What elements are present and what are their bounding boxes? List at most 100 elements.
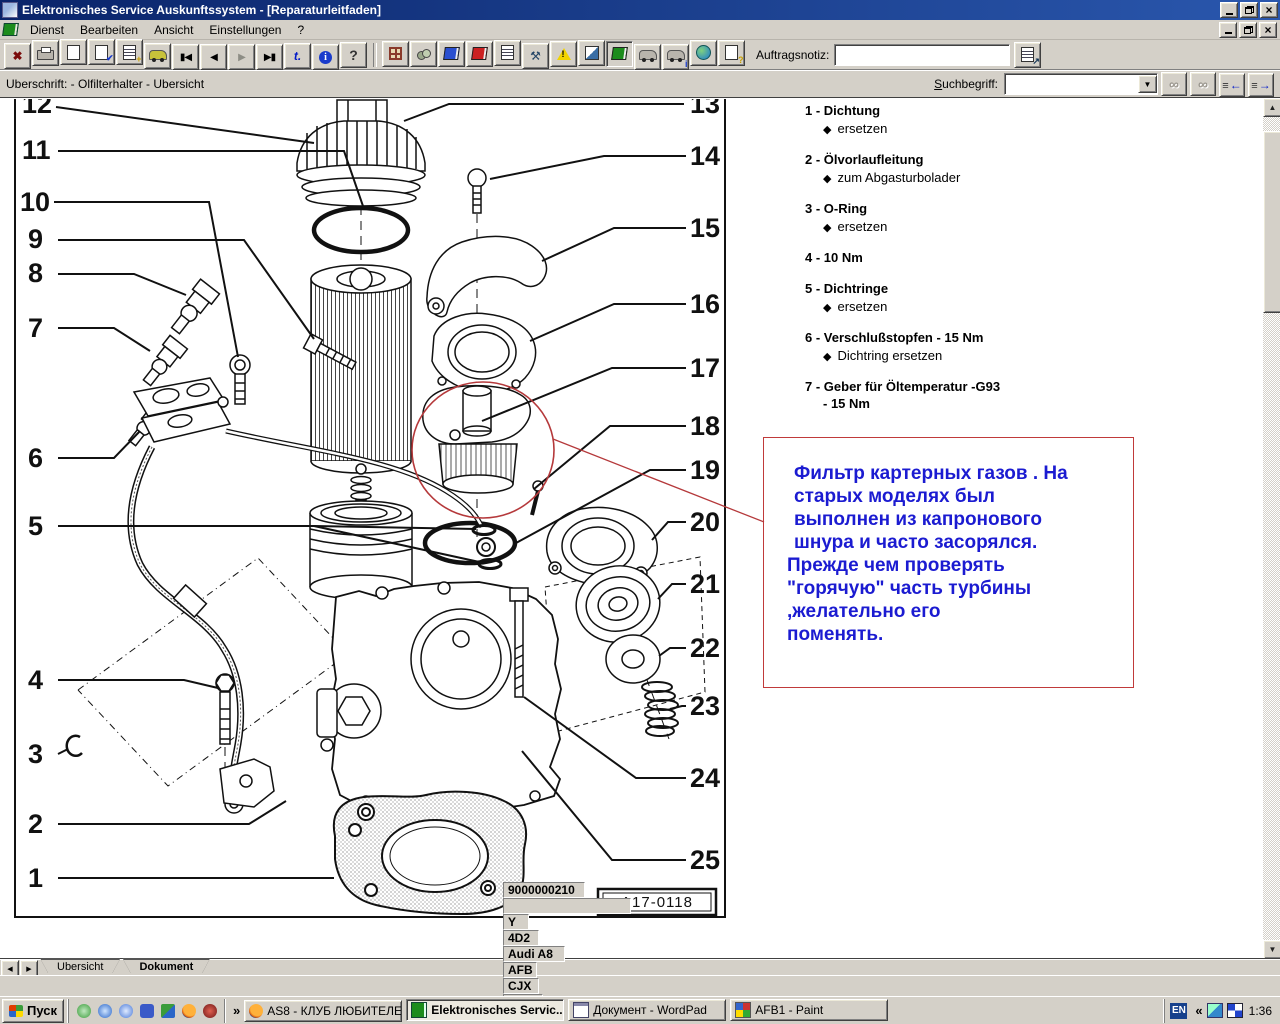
system-tray: EN « 1:36 [1164,999,1278,1023]
messenger-icon[interactable] [117,1002,134,1019]
find-previous-button[interactable]: ∞ [1161,72,1187,96]
annotation-line: ,желательно его [787,600,1133,623]
status-field: 9000000210 [503,882,585,898]
media-player-icon[interactable] [75,1002,92,1019]
scroll-down-button[interactable]: ▼ [1263,940,1280,958]
tab-dokument[interactable]: Dokument [122,958,210,973]
chevron-left-icon[interactable]: « [1195,1003,1202,1018]
document-icon[interactable] [2,23,19,36]
document-list-button[interactable] [494,40,521,66]
wpd-icon [573,1002,589,1018]
gasket [334,792,526,914]
info-button[interactable]: i [312,44,339,70]
scroll-up-button[interactable]: ▲ [1263,98,1280,117]
red-book-button[interactable] [466,41,493,67]
tab-ubersicht[interactable]: Ubersicht [40,958,120,973]
auftragsnotiz-input[interactable] [834,44,1010,66]
text-jump-button[interactable]: t. [284,43,311,69]
quick-launch [68,999,225,1023]
nav-first-button[interactable]: ▮◀ [172,44,199,70]
print-button[interactable] [32,40,59,66]
menu-bearbeiten[interactable]: Bearbeiten [72,21,146,39]
network-icon[interactable] [1207,1003,1223,1018]
vehicle-search-button[interactable] [634,44,661,70]
taskbar-button[interactable]: Документ - WordPad [568,999,726,1021]
status-field: AFB [503,962,537,978]
find-next-button[interactable]: ∞ [1190,72,1216,96]
minimize-button[interactable] [1220,2,1238,18]
app-icon [2,2,18,18]
globe-button[interactable] [690,40,717,66]
application-window: Elektronisches Service Auskunftssystem -… [0,0,1280,1024]
annotation-line: выполнен из капронового [794,508,1133,531]
window-grid-button[interactable] [382,41,409,67]
start-button[interactable]: Пуск [2,999,64,1023]
quicktime-icon[interactable] [96,1002,113,1019]
menu-?[interactable]: ? [289,21,312,39]
display-settings-icon[interactable] [159,1002,176,1019]
chevron-down-icon[interactable]: ▼ [1138,75,1157,93]
document-view: A17-0118 1211109876543211314151617181920… [0,97,1280,958]
callout-4: 4 [28,665,43,695]
green-book-button[interactable] [606,41,633,67]
window-title: Elektronisches Service Auskunftssystem -… [22,3,1218,17]
status-bar: 9000000210Y4D2Audi A8AFBCJXADMIN [0,975,1280,996]
blue-book-button[interactable] [438,41,465,67]
parts-list-item: 7 - Geber für Öltemperatur -G93- 15 Nm [805,379,1155,411]
nav-last-button[interactable]: ▶▮ [256,44,283,70]
close-button[interactable]: × [1260,2,1278,18]
list-arrow-left-button[interactable]: ≡← [1219,73,1245,97]
child-close-button[interactable]: × [1259,22,1277,38]
opera-icon[interactable] [201,1002,218,1019]
warning-button[interactable] [550,41,577,67]
document-help-button[interactable]: ? [718,40,745,66]
taskbar-button[interactable]: AFB1 - Paint [730,999,888,1021]
add-document-button[interactable]: + [116,39,143,65]
workshop-button[interactable]: ⚒ [522,43,549,69]
oil-sensor-7 [138,335,187,389]
persons-button[interactable] [410,41,437,67]
status-field: 4D2 [503,930,539,946]
menu-bar: DienstBearbeitenAnsichtEinstellungen? × [0,20,1280,40]
callout-9: 9 [28,224,43,254]
pnt-icon [735,1002,751,1018]
nav-previous-button[interactable]: ◀ [200,44,227,70]
menu-dienst[interactable]: Dienst [22,21,72,39]
parts-list: 1 - Dichtung◆ersetzen2 - Ölvorlaufleitun… [805,103,1155,427]
auftragsnotiz-note-button[interactable]: ↗ [1014,42,1041,68]
annotation-line: поменять. [787,623,1133,646]
disc-22 [606,635,660,683]
taskbar-button[interactable]: AS8 - КЛУБ ЛЮБИТЕЛЕ... [244,1000,402,1022]
callout-14: 14 [690,141,720,171]
screen-button[interactable] [578,40,605,66]
chevron-right-icon[interactable]: » [233,1003,240,1018]
callout-12: 12 [22,99,52,119]
vehicle-button[interactable] [144,43,171,69]
child-minimize-button[interactable] [1219,22,1237,38]
diamond-bullet-icon: ◆ [823,124,831,136]
display-icon[interactable] [1227,1003,1243,1018]
vehicle-info-button[interactable]: i [662,44,689,70]
menu-ansicht[interactable]: Ansicht [146,21,201,39]
list-arrow-right-button[interactable]: ≡→ [1248,73,1274,97]
braided-hose [131,447,243,813]
check-document-button[interactable]: ✔ [88,39,115,65]
toolbar: ✖✔+▮◀◀▶▶▮t.i? ⚒i? Auftragsnotiz: ↗ [0,40,1280,70]
new-document-button[interactable] [60,39,87,65]
vertical-scrollbar[interactable]: ▲ ▼ [1263,98,1280,958]
child-restore-button[interactable] [1239,22,1257,38]
menu-einstellungen[interactable]: Einstellungen [201,21,289,39]
help-button[interactable]: ? [340,42,367,68]
taskbar-button[interactable]: Elektronisches Servic... [406,999,564,1021]
exit-button[interactable]: ✖ [4,43,31,69]
callout-1: 1 [28,863,43,893]
restore-button[interactable] [1240,2,1258,18]
nav-next-button[interactable]: ▶ [228,44,255,70]
app-icon[interactable] [138,1002,155,1019]
scrollbar-thumb[interactable] [1263,131,1280,313]
header-bar: Uberschrift: - Olfilterhalter - Ubersich… [0,71,1280,97]
filter-cap [297,100,425,206]
language-indicator[interactable]: EN [1170,1003,1187,1019]
firefox-icon[interactable] [180,1002,197,1019]
suchbegriff-combobox[interactable]: ▼ [1004,73,1158,95]
